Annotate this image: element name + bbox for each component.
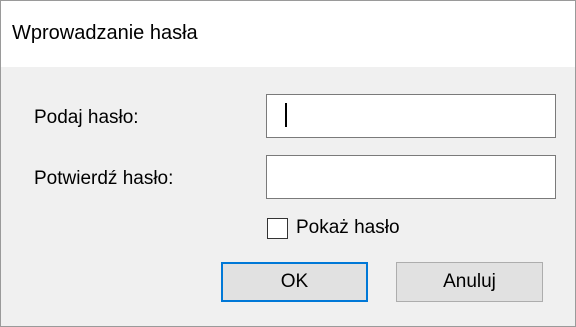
- password-label: Podaj hasło:: [34, 107, 139, 128]
- show-password-checkbox[interactable]: [267, 217, 288, 239]
- show-password-label[interactable]: Pokaż hasło: [296, 216, 400, 240]
- show-password-toggle[interactable]: Pokaż hasło: [267, 215, 400, 241]
- cancel-button[interactable]: Anuluj: [396, 262, 543, 302]
- password-input[interactable]: [266, 94, 556, 138]
- confirm-password-label: Potwierdź hasło:: [34, 168, 174, 189]
- text-caret: [285, 103, 287, 127]
- ok-button[interactable]: OK: [221, 262, 368, 302]
- dialog-title: Wprowadzanie hasła: [12, 22, 198, 44]
- password-dialog: Wprowadzanie hasła Podaj hasło: Potwierd…: [0, 0, 576, 327]
- title-bar: Wprowadzanie hasła: [1, 1, 575, 67]
- confirm-password-input[interactable]: [266, 155, 556, 199]
